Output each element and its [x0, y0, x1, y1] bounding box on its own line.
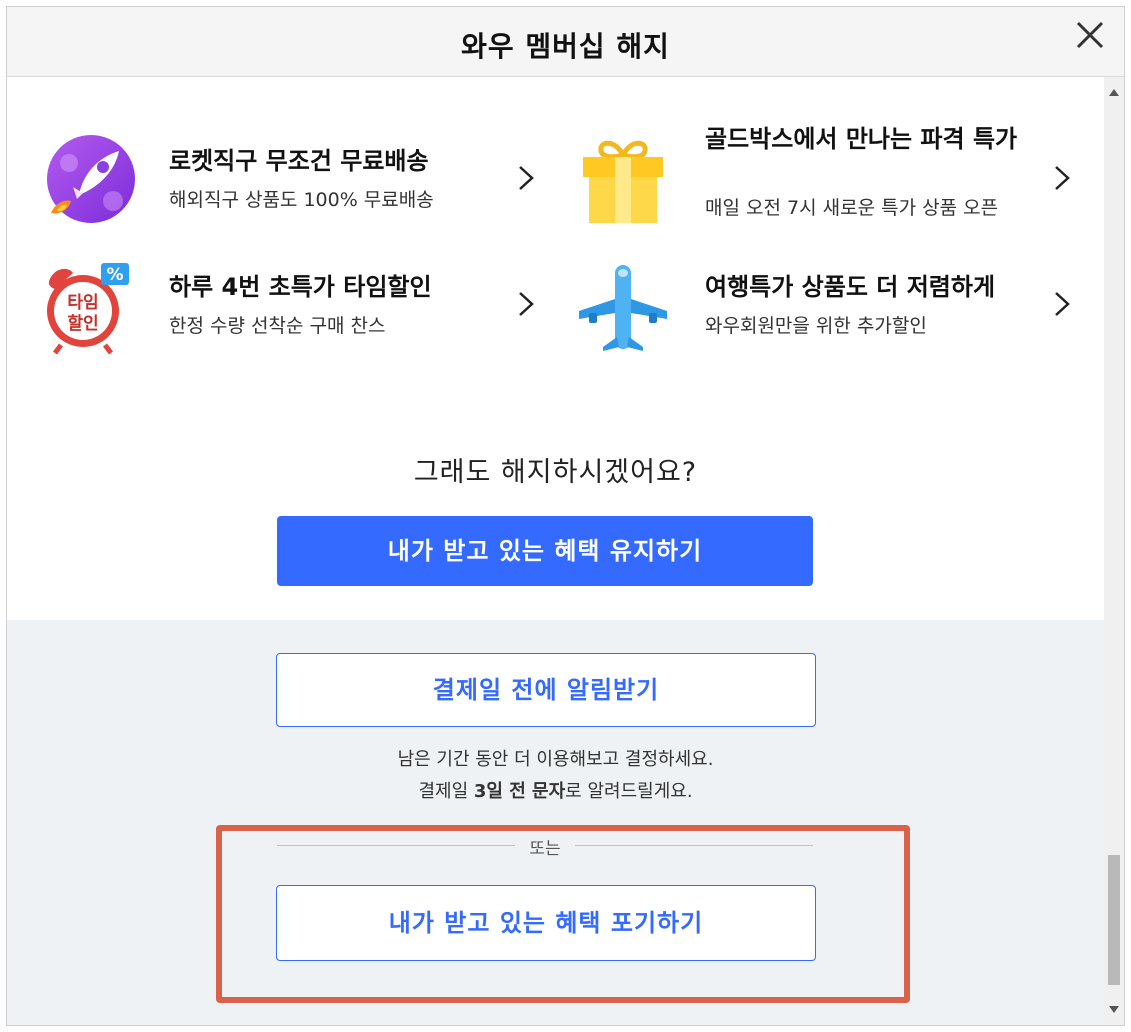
benefit-desc: 해외직구 상품도 100% 무료배송: [169, 189, 434, 211]
benefit-desc: 한정 수량 선착순 구매 찬스: [169, 315, 386, 337]
benefit-travel[interactable]: 여행특가 상품도 더 저렴하게 와우회원만을 위한 추가할인: [575, 259, 1075, 359]
benefit-goldbox[interactable]: 골드박스에서 만나는 파격 특가 매일 오전 7시 새로운 특가 상품 오픈: [575, 123, 1075, 253]
benefit-title: 여행특가 상품도 더 저렴하게: [705, 273, 996, 301]
percent-badge: %: [106, 265, 123, 285]
gift-box-icon: [583, 140, 663, 223]
close-button[interactable]: [1070, 15, 1110, 55]
benefit-time-sale[interactable]: % 타임 할인 하루 4번 초특가 타임할인 한정 수량 선착순 구매 찬스: [39, 259, 539, 359]
benefit-title: 로켓직구 무조건 무료배송: [169, 147, 429, 175]
chevron-right-icon: [1055, 292, 1070, 316]
alarm-clock-icon: % 타임 할인: [47, 263, 129, 355]
vertical-scrollbar[interactable]: [1104, 77, 1124, 1025]
svg-text:할인: 할인: [67, 314, 98, 334]
dialog-header: 와우 멤버십 해지: [7, 7, 1124, 77]
chevron-right-icon: [1055, 166, 1070, 190]
dialog-content: · · · · · · · 로켓직구 무조건 무료배송 해외직구 상품도 1: [7, 77, 1104, 1025]
notice-bold: 3일 전 문자: [473, 781, 566, 802]
cut-off-text: · · · · · · ·: [411, 77, 563, 86]
scrollbar-thumb[interactable]: [1108, 855, 1120, 985]
scroll-up-arrow-icon[interactable]: [1109, 89, 1119, 96]
dialog-title: 와우 멤버십 해지: [461, 30, 670, 63]
benefit-desc: 매일 오전 7시 새로운 특가 상품 오픈: [705, 197, 999, 219]
chevron-right-icon: [519, 292, 534, 316]
benefit-desc: 와우회원만을 위한 추가할인: [705, 315, 927, 337]
benefit-rocket-direct[interactable]: 로켓직구 무조건 무료배송 해외직구 상품도 100% 무료배송: [39, 133, 539, 233]
keep-benefits-button[interactable]: 내가 받고 있는 혜택 유지하기: [277, 516, 813, 586]
notice-suffix: 로 알려드릴게요.: [565, 781, 693, 802]
notice-line-1: 남은 기간 동안 더 이용해보고 결정하세요.: [397, 749, 714, 770]
rocket-icon: [47, 135, 135, 223]
notice-prefix: 결제일: [418, 781, 474, 802]
svg-text:타임: 타임: [67, 292, 98, 313]
airplane-icon: [579, 265, 667, 351]
chevron-right-icon: [519, 166, 534, 190]
notify-before-payment-button[interactable]: 결제일 전에 알림받기: [276, 653, 816, 727]
benefit-title: 골드박스에서 만나는 파격 특가: [705, 125, 1018, 153]
cancel-confirm-question: 그래도 해지하시겠어요?: [413, 457, 698, 488]
highlight-annotation-box: [216, 825, 910, 1003]
benefit-title: 하루 4번 초특가 타임할인: [169, 273, 432, 301]
scroll-down-arrow-icon[interactable]: [1109, 1006, 1119, 1013]
membership-cancel-dialog: 와우 멤버십 해지 · · · · · · ·: [6, 6, 1125, 1026]
close-icon: [1076, 21, 1104, 49]
notice-line-2: 결제일 3일 전 문자로 알려드릴게요.: [7, 777, 1104, 803]
